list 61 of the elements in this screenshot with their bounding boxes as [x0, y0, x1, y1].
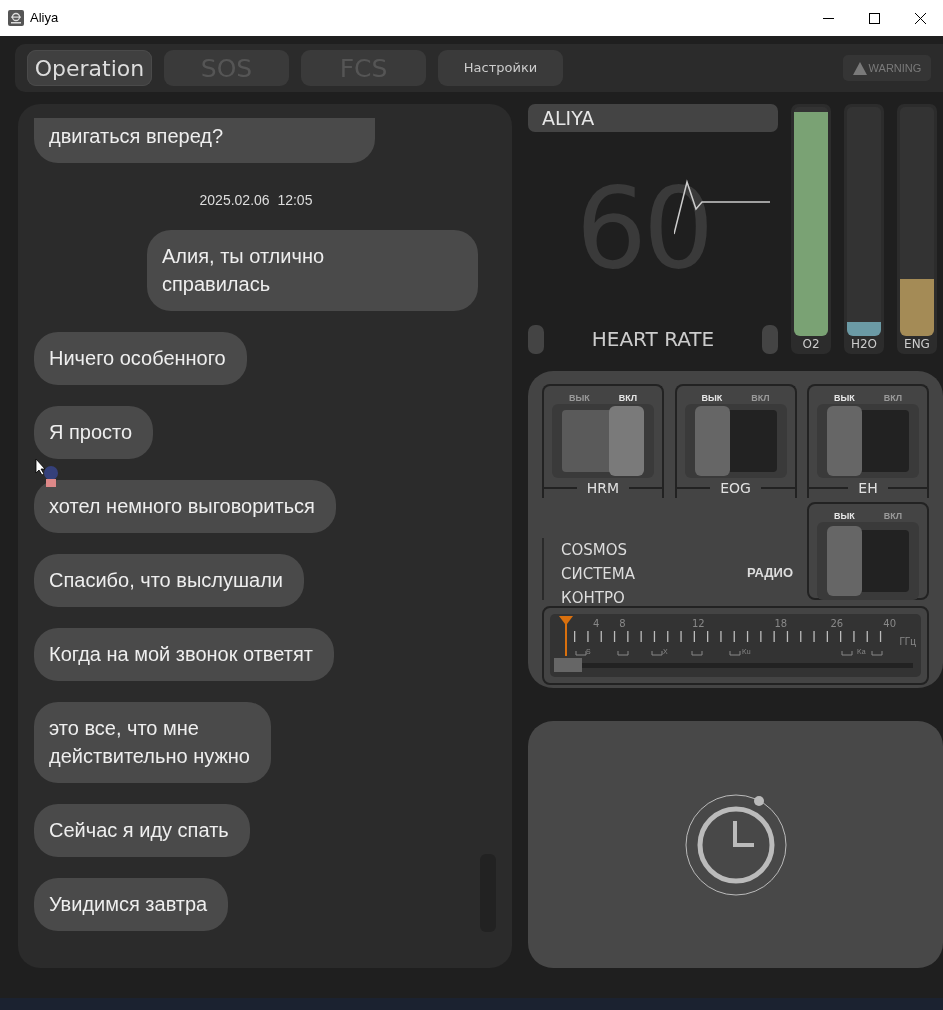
frequency-marker-icon [559, 616, 573, 656]
toggle-switch[interactable]: ВЫК ВКЛ HRM [542, 384, 664, 498]
toggle-switch[interactable]: ВЫК ВКЛ EOG [674, 384, 797, 498]
tab[interactable]: Настройки [438, 50, 563, 86]
system-title-line: COSMOS [561, 540, 629, 561]
timestamp: 2025.02.06 12:05 [198, 191, 314, 210]
close-icon [914, 12, 926, 24]
window-title: Aliya [30, 9, 59, 28]
gauge-label: H2O [849, 336, 879, 352]
message-bubble: Сейчас я иду спать [34, 804, 250, 857]
system-title-line: СИСТЕМА [561, 564, 635, 585]
switch-thumb[interactable] [827, 406, 862, 476]
switch-on-label: ВКЛ [618, 392, 637, 404]
unit-label: ГГц [899, 635, 916, 649]
tick-label: 8 [619, 617, 626, 631]
switch-label: EH [857, 479, 879, 497]
minimize-icon [822, 17, 834, 19]
message-bubble: двигаться вперед? [34, 118, 375, 163]
message-bubble: Я просто [34, 406, 154, 459]
switch-thumb[interactable] [694, 406, 730, 476]
message-bubble: хотел немного выговориться [34, 480, 336, 533]
patient-name: ALIYA [528, 104, 778, 132]
switch-off-label: ВЫК [701, 392, 723, 404]
message-bubble: Алия, ты отлично справилась [147, 230, 478, 311]
switch-off-label: ВЫК [834, 392, 855, 404]
heart-rate-label: HEART RATE [591, 326, 715, 353]
slider-thumb[interactable] [554, 658, 582, 672]
indicator-light [528, 324, 544, 354]
gauge-label: O2 [801, 336, 821, 352]
maximize-icon [868, 12, 880, 24]
indicator-light [762, 324, 778, 354]
clock-icon[interactable] [683, 792, 788, 897]
toggle-switch[interactable]: ВЫК ВКЛ EH [807, 384, 929, 498]
sprite-figure-icon [44, 466, 58, 487]
switch-on-label: ВКЛ [751, 392, 770, 404]
tick-label: 18 [774, 617, 788, 631]
app-icon [8, 10, 24, 26]
message-bubble: Ничего особенного [34, 332, 247, 385]
switch-on-label: ВКЛ [883, 510, 902, 522]
message-bubble: Когда на мой звонок ответят [34, 628, 334, 681]
tick-label: 40 [883, 617, 897, 631]
radio-label: РАДИО [746, 563, 793, 582]
tick-label: 26 [830, 617, 844, 631]
switch-off-label: ВЫК [569, 392, 590, 404]
message-bubble: Спасибо, что выслушали [34, 554, 304, 607]
tick-label: 4 [592, 617, 600, 631]
switch-on-label: ВКЛ [883, 392, 902, 404]
toggle-switch[interactable]: ВЫК ВКЛ [807, 502, 929, 600]
switch-thumb[interactable] [827, 526, 862, 596]
message-bubble: это все, что мне действительно нужно [34, 702, 271, 783]
switch-label: EOG [719, 479, 752, 497]
tick-label: 12 [691, 617, 705, 631]
system-title-line: КОНТРО [561, 588, 626, 609]
tab[interactable]: Operation [27, 50, 152, 86]
cursor-icon [35, 459, 46, 476]
switch-label: HRM [585, 479, 621, 497]
switch-off-label: ВЫК [834, 510, 855, 522]
warning-icon [852, 61, 867, 75]
gauge-label: ENG [903, 336, 931, 352]
message-bubble: Увидимся завтра [34, 878, 229, 931]
switch-thumb[interactable] [609, 406, 644, 476]
